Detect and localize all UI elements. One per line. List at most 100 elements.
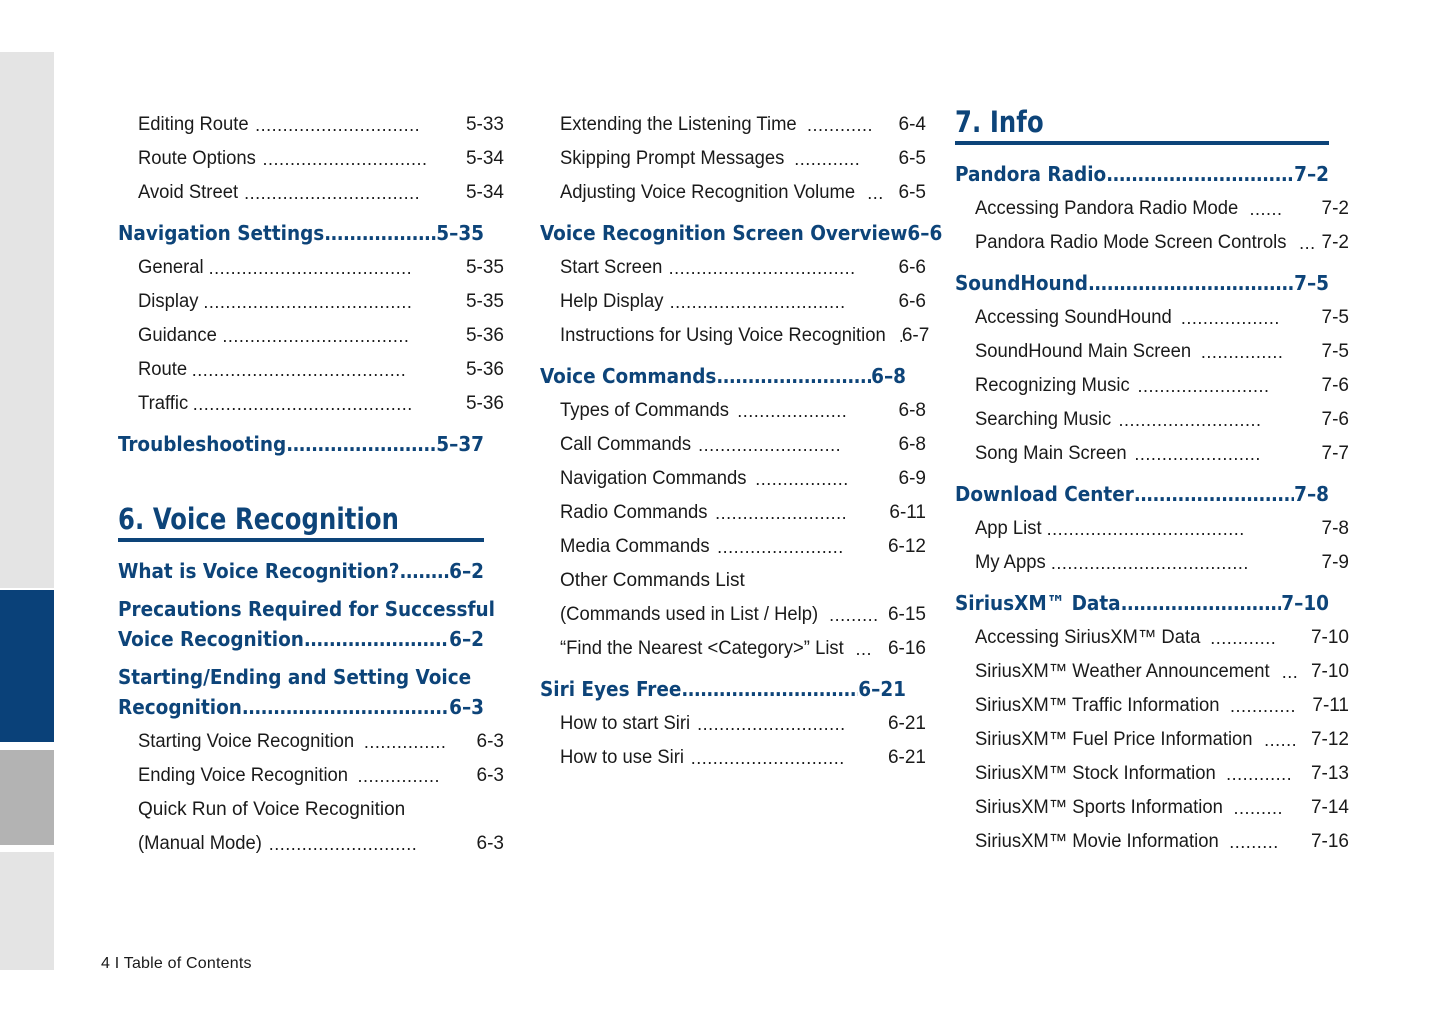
toc-subsection-entry[interactable]: SiriusXM™ Traffic Information...........… xyxy=(955,689,1349,723)
toc-subsection-entry[interactable]: How to start Siri.......................… xyxy=(540,707,926,741)
leader-dots: ............ xyxy=(1210,627,1277,648)
toc-section-entry[interactable]: Troubleshooting.........................… xyxy=(118,429,484,459)
toc-entry-label: Troubleshooting xyxy=(118,432,287,456)
toc-entry-page-number: 6-21 xyxy=(887,713,926,734)
toc-entry-page-number: 5-34 xyxy=(465,148,504,169)
toc-subsection-entry[interactable]: Starting Voice Recognition..............… xyxy=(118,725,504,759)
toc-entry-label: Start Screen xyxy=(560,257,663,278)
toc-subsection-entry[interactable]: Extending the Listening Time............… xyxy=(540,108,926,142)
toc-subsection-entry[interactable]: Instructions for Using Voice Recognition… xyxy=(540,319,929,353)
toc-entry-page-number: 5-36 xyxy=(465,359,504,380)
leader-dots: .................. xyxy=(1180,307,1280,328)
toc-subsection-entry[interactable]: Skipping Prompt Messages............ 6-5 xyxy=(540,142,926,176)
toc-entry-page-number: 6–21 xyxy=(858,677,906,701)
toc-entry-label: SiriusXM™ Traffic Information xyxy=(975,694,1220,716)
toc-section-entry[interactable]: Pandora Radio...........................… xyxy=(955,159,1329,189)
toc-entry-page-number: 6–2 xyxy=(449,626,484,651)
toc-entry-label: Editing Route xyxy=(138,114,249,135)
leader-dots: ..................................... xyxy=(208,258,413,278)
toc-entry-page-number: 7-5 xyxy=(1321,306,1349,328)
toc-section-entry[interactable]: Precautions Required for Successful Voice… xyxy=(118,594,495,654)
toc-column-1: Editing Route...........................… xyxy=(118,108,504,861)
toc-subsection-entry[interactable]: Help Display............................… xyxy=(540,285,926,319)
toc-subsection-entry[interactable]: “Find the Nearest <Category>” List... 6-1… xyxy=(540,632,926,666)
toc-section-entry[interactable]: Download Center.........................… xyxy=(955,479,1329,509)
toc-subsection-entry[interactable]: Other Commands List (Commands used in Lis… xyxy=(540,564,926,632)
toc-entry-page-number: 5-35 xyxy=(465,291,504,312)
toc-entry-label: Recognition xyxy=(118,694,242,719)
toc-subsection-entry[interactable]: SiriusXM™ Stock Information............ 7… xyxy=(955,757,1349,791)
toc-subsection-entry[interactable]: Call Commands.......................... 6… xyxy=(540,428,926,462)
toc-subsection-entry[interactable]: Route...................................… xyxy=(118,353,504,387)
leader-dots: .............................. xyxy=(255,115,421,135)
toc-entry-page-number: 7-6 xyxy=(1321,374,1349,396)
leader-dots: ............... xyxy=(357,765,441,786)
toc-entry-page-number: 6-5 xyxy=(898,148,926,169)
toc-section-entry[interactable]: What is Voice Recognition?..............… xyxy=(118,556,484,586)
toc-column-3: 7. Info Pandora Radio....................… xyxy=(955,105,1349,859)
toc-subsection-entry[interactable]: Start Screen............................… xyxy=(540,251,926,285)
leader-dots: ......... xyxy=(1229,831,1279,852)
leader-dots: ...... xyxy=(1249,198,1283,219)
chapter-heading-label: 7. Info xyxy=(955,105,1044,139)
chapter-heading[interactable]: 7. Info xyxy=(955,105,1329,145)
toc-entry-label: SiriusXM™ Movie Information xyxy=(975,830,1219,852)
toc-subsection-entry[interactable]: Ending Voice Recognition............... 6… xyxy=(118,759,504,793)
toc-subsection-entry[interactable]: Navigation Commands................. 6-9 xyxy=(540,462,926,496)
toc-subsection-entry[interactable]: Recognizing Music.......................… xyxy=(955,369,1349,403)
leader-dots: ................................... xyxy=(303,626,449,651)
toc-subsection-entry[interactable]: Traffic.................................… xyxy=(118,387,504,421)
toc-subsection-entry[interactable]: Adjusting Voice Recognition Volume... 6-5 xyxy=(540,176,926,210)
toc-subsection-entry[interactable]: SiriusXM™ Sports Information......... 7-1… xyxy=(955,791,1349,825)
page-footer: 4 I Table of Contents xyxy=(101,955,252,972)
leader-dots: ........................... xyxy=(697,714,846,734)
toc-subsection-entry[interactable]: Accessing SoundHound.................. 7-… xyxy=(955,301,1349,335)
toc-section-entry[interactable]: Siri Eyes Free..........................… xyxy=(540,674,906,704)
toc-subsection-entry[interactable]: Radio Commands........................ 6-… xyxy=(540,496,926,530)
toc-subsection-entry[interactable]: Display.................................… xyxy=(118,285,504,319)
toc-subsection-entry[interactable]: SiriusXM™ Weather Announcement... 7-10 xyxy=(955,655,1349,689)
toc-subsection-entry[interactable]: SiriusXM™ Fuel Price Information...... 7-… xyxy=(955,723,1349,757)
toc-subsection-entry[interactable]: Media Commands....................... 6-1… xyxy=(540,530,926,564)
toc-section-entry[interactable]: SiriusXM™ Data..........................… xyxy=(955,588,1329,618)
toc-entry-label: SoundHound xyxy=(955,270,1088,295)
toc-entry-label: SiriusXM™ Fuel Price Information xyxy=(975,728,1253,750)
toc-subsection-entry[interactable]: My Apps.................................… xyxy=(955,546,1349,580)
toc-subsection-entry[interactable]: Editing Route...........................… xyxy=(118,108,504,142)
toc-subsection-entry[interactable]: SiriusXM™ Movie Information......... 7-16 xyxy=(955,825,1349,859)
leader-dots: ... xyxy=(867,183,884,203)
toc-subsection-entry[interactable]: App List................................… xyxy=(955,512,1349,546)
toc-subsection-entry[interactable]: SoundHound Main Screen............... 7-5 xyxy=(955,335,1349,369)
toc-subsection-entry[interactable]: Guidance................................… xyxy=(118,319,504,353)
toc-section-entry[interactable]: Voice Commands..........................… xyxy=(540,361,906,391)
toc-entry-label: Radio Commands xyxy=(560,502,708,523)
toc-section-entry[interactable]: Navigation Settings.....................… xyxy=(118,218,484,248)
toc-section-entry[interactable]: SoundHound..............................… xyxy=(955,268,1329,298)
toc-subsection-entry[interactable]: Quick Run of Voice Recognition (Manual Mo… xyxy=(118,793,504,861)
toc-subsection-entry[interactable]: Accessing SiriusXM™ Data............ 7-10 xyxy=(955,621,1349,655)
toc-entry-label: Recognizing Music xyxy=(975,374,1130,396)
chapter-heading[interactable]: 6. Voice Recognition xyxy=(118,504,484,542)
toc-entry-page-number: 6-6 xyxy=(898,257,926,278)
toc-entry-page-number: 7-10 xyxy=(1310,660,1349,682)
toc-subsection-entry[interactable]: Avoid Street............................… xyxy=(118,176,504,210)
toc-subsection-entry[interactable]: Types of Commands.................... 6-8 xyxy=(540,394,926,428)
toc-subsection-entry[interactable]: Route Options...........................… xyxy=(118,142,504,176)
toc-entry-page-number: 5-36 xyxy=(465,325,504,346)
toc-entry-line2: (Commands used in List / Help)......... 6… xyxy=(560,598,926,632)
toc-subsection-entry[interactable]: Pandora Radio Mode Screen Controls... 7-2 xyxy=(955,226,1349,260)
leader-dots: ......... xyxy=(829,605,879,625)
leader-dots: ................................... xyxy=(1133,481,1295,506)
toc-section-entry[interactable]: Starting/Ending and Setting Voice Recogni… xyxy=(118,662,484,722)
toc-subsection-entry[interactable]: General.................................… xyxy=(118,251,504,285)
toc-entry-page-number: 6-9 xyxy=(898,468,926,489)
toc-subsection-entry[interactable]: How to use Siri.........................… xyxy=(540,741,926,775)
toc-entry-label: Navigation Commands xyxy=(560,468,747,489)
toc-subsection-entry[interactable]: Song Main Screen....................... 7… xyxy=(955,437,1349,471)
toc-section-entry[interactable]: Voice Recognition Screen Overview..6–6 xyxy=(540,218,942,248)
leader-dots: ............... xyxy=(363,731,447,752)
toc-subsection-entry[interactable]: Accessing Pandora Radio Mode...... 7-2 xyxy=(955,192,1349,226)
leader-dots: ....................................... xyxy=(1106,161,1294,186)
toc-entry-page-number: 6-6 xyxy=(898,291,926,312)
toc-subsection-entry[interactable]: Searching Music.........................… xyxy=(955,403,1349,437)
